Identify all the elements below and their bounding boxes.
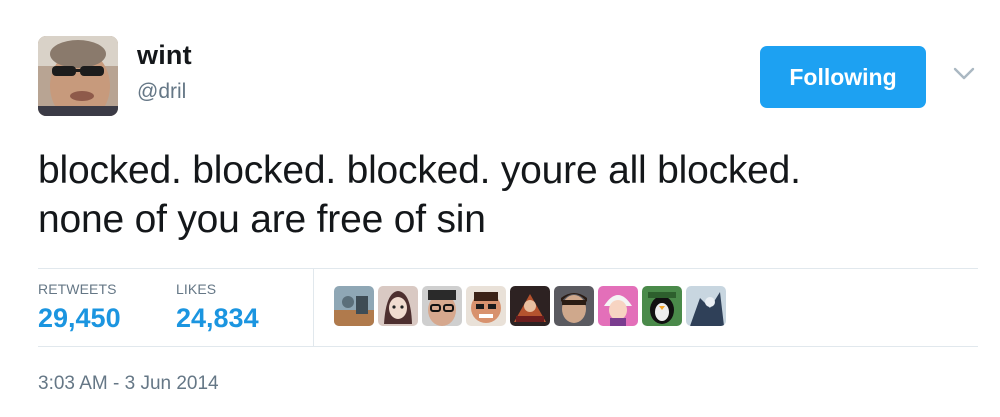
- liker-avatars: [334, 286, 730, 326]
- liker-avatar[interactable]: [554, 286, 594, 326]
- liker-avatar[interactable]: [422, 286, 462, 326]
- tweet-text-line-1: blocked. blocked. blocked. youre all blo…: [38, 149, 801, 192]
- tweet-text: blocked. blocked. blocked. youre all blo…: [38, 146, 978, 244]
- tweet-timestamp[interactable]: 3:03 AM - 3 Jun 2014: [38, 373, 219, 395]
- tweet-card: wint @dril Following blocked. blocked. b…: [0, 0, 1000, 417]
- display-name[interactable]: wint: [137, 40, 192, 71]
- liker-avatar[interactable]: [510, 286, 550, 326]
- retweets-count[interactable]: 29,450: [38, 303, 121, 334]
- divider-bottom: [38, 346, 978, 347]
- liker-avatar[interactable]: [686, 286, 726, 326]
- following-button[interactable]: Following: [760, 46, 926, 108]
- avatar[interactable]: [38, 36, 118, 116]
- divider-top: [38, 268, 978, 269]
- liker-avatar[interactable]: [642, 286, 682, 326]
- user-handle[interactable]: @dril: [137, 80, 186, 104]
- tweet-text-line-2: none of you are free of sin: [38, 198, 486, 241]
- chevron-down-icon[interactable]: [953, 67, 975, 81]
- likes-label[interactable]: LIKES: [176, 281, 216, 297]
- stats-divider: [313, 268, 314, 346]
- liker-avatar[interactable]: [466, 286, 506, 326]
- liker-avatar[interactable]: [334, 286, 374, 326]
- retweets-label[interactable]: RETWEETS: [38, 281, 117, 297]
- liker-avatar[interactable]: [598, 286, 638, 326]
- likes-count[interactable]: 24,834: [176, 303, 259, 334]
- avatar-image: [38, 36, 118, 116]
- liker-avatar[interactable]: [378, 286, 418, 326]
